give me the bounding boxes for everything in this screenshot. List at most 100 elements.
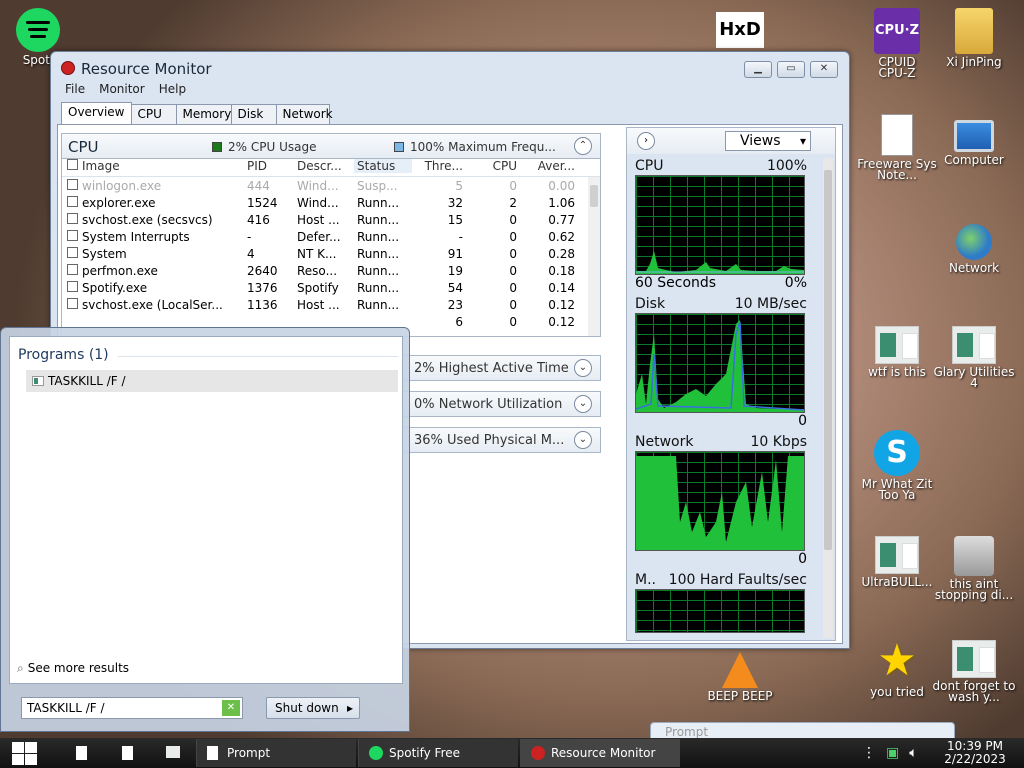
collapse-cpu-chevron-icon[interactable]: ⌃ (574, 137, 592, 155)
tab-cpu[interactable]: CPU (130, 104, 177, 124)
desktop-icon-xi-jinping[interactable]: Xi JinPing (932, 8, 1016, 68)
network-graph-foot: 0 (635, 551, 807, 568)
close-button[interactable]: ✕ (810, 61, 838, 78)
desktop-icon-network[interactable]: Network (932, 218, 1016, 274)
desktop-icon-skype[interactable]: S Mr What Zit Too Ya (855, 430, 939, 501)
row-checkbox[interactable] (62, 246, 82, 261)
desktop-icon-cpuz[interactable]: CPU·Z CPUID CPU-Z (855, 8, 939, 79)
desktop-icon-this-aint-stopping[interactable]: this aint stopping di... (932, 536, 1016, 601)
desktop-icon-computer[interactable]: Computer (932, 114, 1016, 166)
expand-disk-chevron-icon[interactable]: ⌄ (574, 359, 592, 377)
row-checkbox[interactable] (62, 195, 82, 210)
desktop-icon-ultrabull[interactable]: UltraBULL... (855, 536, 939, 588)
graphs-panel: › Views CPU 100% 60 Seconds 0% Disk 10 MB/s… (626, 127, 836, 641)
program-result-item[interactable]: TASKKILL /F / (26, 370, 398, 392)
disk-graph (635, 313, 805, 413)
row-checkbox[interactable] (62, 178, 82, 193)
scrollbar-thumb[interactable] (590, 185, 598, 207)
column-header-description[interactable]: Descr... (294, 159, 354, 173)
table-row[interactable]: System Interrupts - Defer... Runn... - 0 0.62 (62, 228, 600, 245)
table-row[interactable]: winlogon.exe 444 Wind... Susp... 5 0 0.00 (62, 177, 600, 194)
start-button[interactable] (10, 740, 40, 766)
scrollbar-thumb[interactable] (824, 170, 832, 550)
network-graph-block: Network 10 Kbps 0 (635, 434, 807, 568)
tray-overflow-icon[interactable]: ⋮ (862, 745, 876, 761)
cpu-section-title: CPU (68, 138, 99, 156)
spotify-icon (369, 746, 383, 760)
table-cell: Reso... (297, 263, 338, 278)
pinned-document-icon[interactable] (76, 746, 87, 760)
memory-used-stat: 36% Used Physical M... (414, 433, 565, 448)
expand-network-chevron-icon[interactable]: ⌄ (574, 395, 592, 413)
document-icon (881, 114, 913, 156)
taskbar-task-resource-monitor[interactable]: Resource Monitor (520, 739, 680, 767)
tab-overview[interactable]: Overview (61, 102, 132, 124)
volume-icon[interactable]: 🔈︎ (909, 745, 917, 761)
system-tray: ⋮ ▣ 🔈︎ (862, 745, 918, 761)
taskbar-clock[interactable]: 10:39 PM 2/22/2023 (935, 740, 1015, 766)
table-cell: winlogon.exe (82, 178, 162, 193)
tab-disk[interactable]: Disk (230, 104, 277, 124)
table-row[interactable]: svchost.exe (secsvcs) 416 Host ... Runn... 1… (62, 211, 600, 228)
table-cell: Runn... (357, 246, 400, 261)
table-cell: 1524 (247, 195, 278, 210)
shut-down-button[interactable]: Shut down (266, 697, 360, 719)
tab-network[interactable]: Network (275, 104, 333, 124)
pinned-document-icon[interactable] (122, 746, 133, 760)
row-checkbox[interactable] (62, 263, 82, 278)
desktop-icon-wtf-is-this[interactable]: wtf is this (855, 326, 939, 378)
cpu-usage-text: 2% CPU Usage (228, 140, 317, 154)
disk-graph-foot: 0 (635, 413, 807, 430)
table-row[interactable]: Spotify.exe 1376 Spotify Runn... 54 0 0.14 (62, 279, 600, 296)
title-bar[interactable]: Resource Monitor ▁ ▭ ✕ (51, 52, 849, 82)
start-search-input[interactable]: TASKKILL /F / ✕ (21, 697, 243, 719)
pinned-app-icon[interactable] (166, 746, 180, 758)
network-graph-label: Network 10 Kbps (635, 434, 807, 451)
menu-help[interactable]: Help (159, 82, 186, 100)
cpu-process-table: Image PID Descr... Status Thre... CPU Av… (61, 155, 601, 337)
minimize-button[interactable]: ▁ (744, 61, 772, 78)
desktop-icon-glary-utilities[interactable]: Glary Utilities 4 (932, 326, 1016, 389)
select-all-checkbox[interactable] (62, 158, 82, 173)
column-header-pid[interactable]: PID (244, 159, 294, 173)
row-checkbox[interactable] (62, 297, 82, 312)
restore-button[interactable]: ▭ (777, 61, 805, 78)
column-header-average[interactable]: Aver... (521, 159, 581, 173)
see-more-results-link[interactable]: ⌕ See more results (17, 661, 129, 676)
app-icon (875, 326, 919, 364)
expand-memory-chevron-icon[interactable]: ⌄ (574, 431, 592, 449)
table-row[interactable]: explorer.exe 1524 Wind... Runn... 32 2 1.06 (62, 194, 600, 211)
table-row[interactable]: perfmon.exe 2640 Reso... Runn... 19 0 0.18 (62, 262, 600, 279)
desktop-icon-hxd[interactable]: HxD (698, 12, 782, 51)
taskbar-task-spotify[interactable]: Spotify Free (358, 739, 518, 767)
collapse-panel-arrow-icon[interactable]: › (637, 132, 655, 150)
tab-memory[interactable]: Memory (175, 104, 232, 124)
table-cell: Host ... (297, 212, 340, 227)
table-row[interactable]: svchost.exe (LocalSer... 1136 Host ... Runn… (62, 296, 600, 313)
column-header-status[interactable]: Status (354, 158, 412, 173)
row-checkbox[interactable] (62, 280, 82, 295)
table-row[interactable]: System 4 NT K... Runn... 91 0 0.28 (62, 245, 600, 262)
column-header-threads[interactable]: Thre... (412, 159, 467, 173)
views-dropdown[interactable]: Views (725, 131, 811, 151)
graph-foot-left: 60 Seconds (635, 275, 717, 291)
desktop-icon-dont-forget[interactable]: dont forget to wash y... (932, 640, 1016, 703)
table-cell: perfmon.exe (82, 263, 158, 278)
taskbar-task-prompt[interactable]: Prompt (196, 739, 356, 767)
row-checkbox[interactable] (62, 212, 82, 227)
desktop-icon-you-tried[interactable]: ★ you tried (855, 638, 939, 699)
desktop-icon-beep-beep[interactable]: BEEP BEEP (698, 644, 782, 702)
menu-file[interactable]: File (65, 82, 85, 100)
clear-search-icon[interactable]: ✕ (222, 700, 240, 716)
column-header-cpu[interactable]: CPU (467, 159, 521, 173)
network-tray-icon[interactable]: ▣ (886, 745, 899, 761)
graphs-scrollbar[interactable] (823, 158, 833, 638)
column-header-image[interactable]: Image (82, 159, 244, 173)
table-cell: 15 (447, 212, 463, 227)
row-checkbox[interactable] (62, 229, 82, 244)
menu-monitor[interactable]: Monitor (99, 82, 145, 100)
document-icon (207, 746, 218, 760)
disk-graph-block: Disk 10 MB/sec 0 (635, 296, 807, 430)
table-scrollbar[interactable] (588, 177, 600, 336)
desktop-icon-freeware-sys-note[interactable]: Freeware Sys Note... (855, 114, 939, 181)
